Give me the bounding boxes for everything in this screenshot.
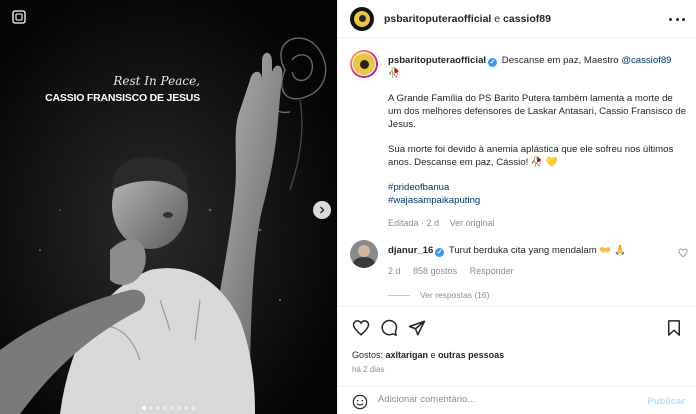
likes-summary[interactable]: Gostos: axltarigan e outras pessoas [352, 350, 504, 360]
likes-joiner: e [428, 350, 439, 360]
emoji-icon[interactable] [352, 394, 368, 410]
comment-text: Turut berduka cita yang mendalam 👐 🙏 [448, 245, 626, 256]
action-bar [338, 306, 696, 346]
caption-paragraph-1: A Grande Família do PS Barito Putera tam… [388, 93, 687, 130]
carousel-dot [177, 406, 181, 410]
hashtag-prideofbanua[interactable]: #prideofbanua [388, 181, 688, 194]
replies-divider [388, 294, 410, 296]
comment-body: djanur_16 ✓ Turut berduka cita yang menda… [388, 244, 668, 278]
comment-input[interactable] [378, 394, 638, 405]
post-comment-button[interactable]: Publicar [648, 396, 686, 407]
memorial-caption: Rest In Peace, CASSIO FRANSISCO DE JESUS [30, 74, 200, 104]
likes-others[interactable]: outras pessoas [438, 350, 504, 360]
caption-first-line: Descanse em paz, Maestro [501, 55, 622, 66]
add-comment-bar: Publicar [338, 386, 696, 414]
comment-time: 2 d [388, 266, 401, 276]
next-slide-button[interactable] [313, 201, 331, 219]
caption-paragraph-2: Sua morte foi devido à anemia aplástica … [388, 144, 674, 168]
comment-reply-button[interactable]: Responder [470, 266, 514, 276]
comment-username[interactable]: djanur_16 [388, 245, 433, 256]
comment-meta: 2 d 858 gostos Responder [388, 265, 668, 278]
verified-icon: ✓ [488, 58, 498, 67]
carousel-dot [163, 406, 167, 410]
caption-name: CASSIO FRANSISCO DE JESUS [45, 92, 200, 104]
comments-section[interactable]: psbaritoputeraofficial ✓ Descanse em paz,… [338, 38, 696, 306]
account-avatar[interactable] [350, 6, 374, 31]
carousel-dot [184, 406, 188, 410]
see-original-link[interactable]: Ver original [450, 218, 495, 228]
bookmark-icon[interactable] [665, 319, 683, 337]
carousel-icon [12, 10, 26, 24]
caption-avatar[interactable] [350, 50, 378, 78]
hashtag-wajasampaikaputing[interactable]: #wajasampaikaputing [388, 194, 688, 207]
more-options-button[interactable] [669, 12, 685, 26]
chevron-right-icon [320, 206, 325, 214]
caption-script: Rest In Peace, [113, 74, 200, 88]
edited-label: Editada · 2 d [388, 218, 440, 228]
likes-user[interactable]: axltarigan [386, 350, 429, 360]
comment-like-heart-icon[interactable] [678, 248, 688, 258]
header-joiner: e [491, 12, 504, 25]
carousel-dots [0, 406, 337, 410]
caption-emoji: 🥀 [388, 68, 400, 79]
comment-icon[interactable] [380, 319, 398, 337]
carousel-dot [142, 406, 146, 410]
header-username[interactable]: psbaritoputeraofficial [384, 13, 491, 25]
caption-meta: Editada · 2 d Ver original [388, 217, 688, 230]
carousel-dot [191, 406, 195, 410]
post-media[interactable]: Rest In Peace, CASSIO FRANSISCO DE JESUS [0, 0, 337, 414]
likes-prefix: Gostos: [352, 350, 386, 360]
carousel-dot [149, 406, 153, 410]
carousel-dot [170, 406, 174, 410]
carousel-dot [156, 406, 160, 410]
header-collab[interactable]: cassiof89 [503, 13, 551, 25]
caption-body: psbaritoputeraofficial ✓ Descanse em paz,… [388, 54, 688, 230]
verified-icon: ✓ [435, 248, 445, 257]
comment-avatar[interactable] [350, 240, 378, 268]
share-icon[interactable] [408, 319, 426, 337]
view-replies-label: Ver respostas (16) [420, 290, 490, 300]
heart-icon[interactable] [352, 319, 370, 337]
view-replies-button[interactable]: Ver respostas (16) [388, 290, 489, 300]
header-accounts: psbaritoputeraofficial e cassiof89 [384, 13, 551, 25]
post-header: psbaritoputeraofficial e cassiof89 [338, 0, 696, 38]
post-panel: psbaritoputeraofficial e cassiof89 psbar… [337, 0, 696, 414]
memorial-photo [0, 0, 337, 414]
comment-likes[interactable]: 858 gostos [413, 266, 457, 276]
caption-mention[interactable]: @cassiof89 [621, 55, 671, 66]
caption-username[interactable]: psbaritoputeraofficial [388, 55, 486, 66]
more-horizontal-icon [669, 17, 672, 21]
post-timestamp: há 2 dias [352, 365, 385, 374]
